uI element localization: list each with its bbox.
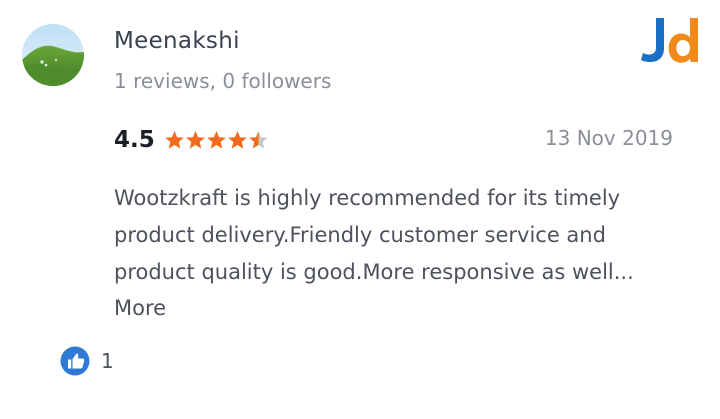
avatar[interactable]	[22, 24, 84, 86]
reviewer-name[interactable]: Meenakshi	[114, 28, 240, 54]
justdial-logo	[640, 14, 702, 66]
star-full-icon	[227, 131, 247, 149]
justdial-logo-icon	[641, 18, 698, 63]
review-line: product delivery.Friendly customer servi…	[114, 223, 606, 247]
star-full-icon	[164, 131, 184, 149]
review-line: product quality is good.More responsive …	[114, 260, 634, 284]
rating-row: 4.5	[114, 124, 269, 156]
more-link[interactable]: More	[114, 292, 166, 324]
reviewer-stats: 1 reviews, 0 followers	[114, 69, 332, 93]
thumbs-up-icon[interactable]	[60, 346, 90, 376]
review-card: Meenakshi 1 reviews, 0 followers 4.5 13 …	[0, 0, 720, 419]
review-text: Wootzkraft is highly recommended for its…	[114, 180, 684, 291]
star-half-icon	[248, 131, 268, 149]
rating-value: 4.5	[114, 127, 155, 153]
like-count: 1	[101, 349, 114, 373]
star-rating	[164, 130, 269, 150]
review-line: Wootzkraft is highly recommended for its…	[114, 186, 621, 210]
avatar-image	[22, 24, 84, 86]
star-full-icon	[185, 131, 205, 149]
review-date: 13 Nov 2019	[544, 126, 673, 150]
star-full-icon	[206, 131, 226, 149]
like-button[interactable]: 1	[60, 346, 114, 376]
